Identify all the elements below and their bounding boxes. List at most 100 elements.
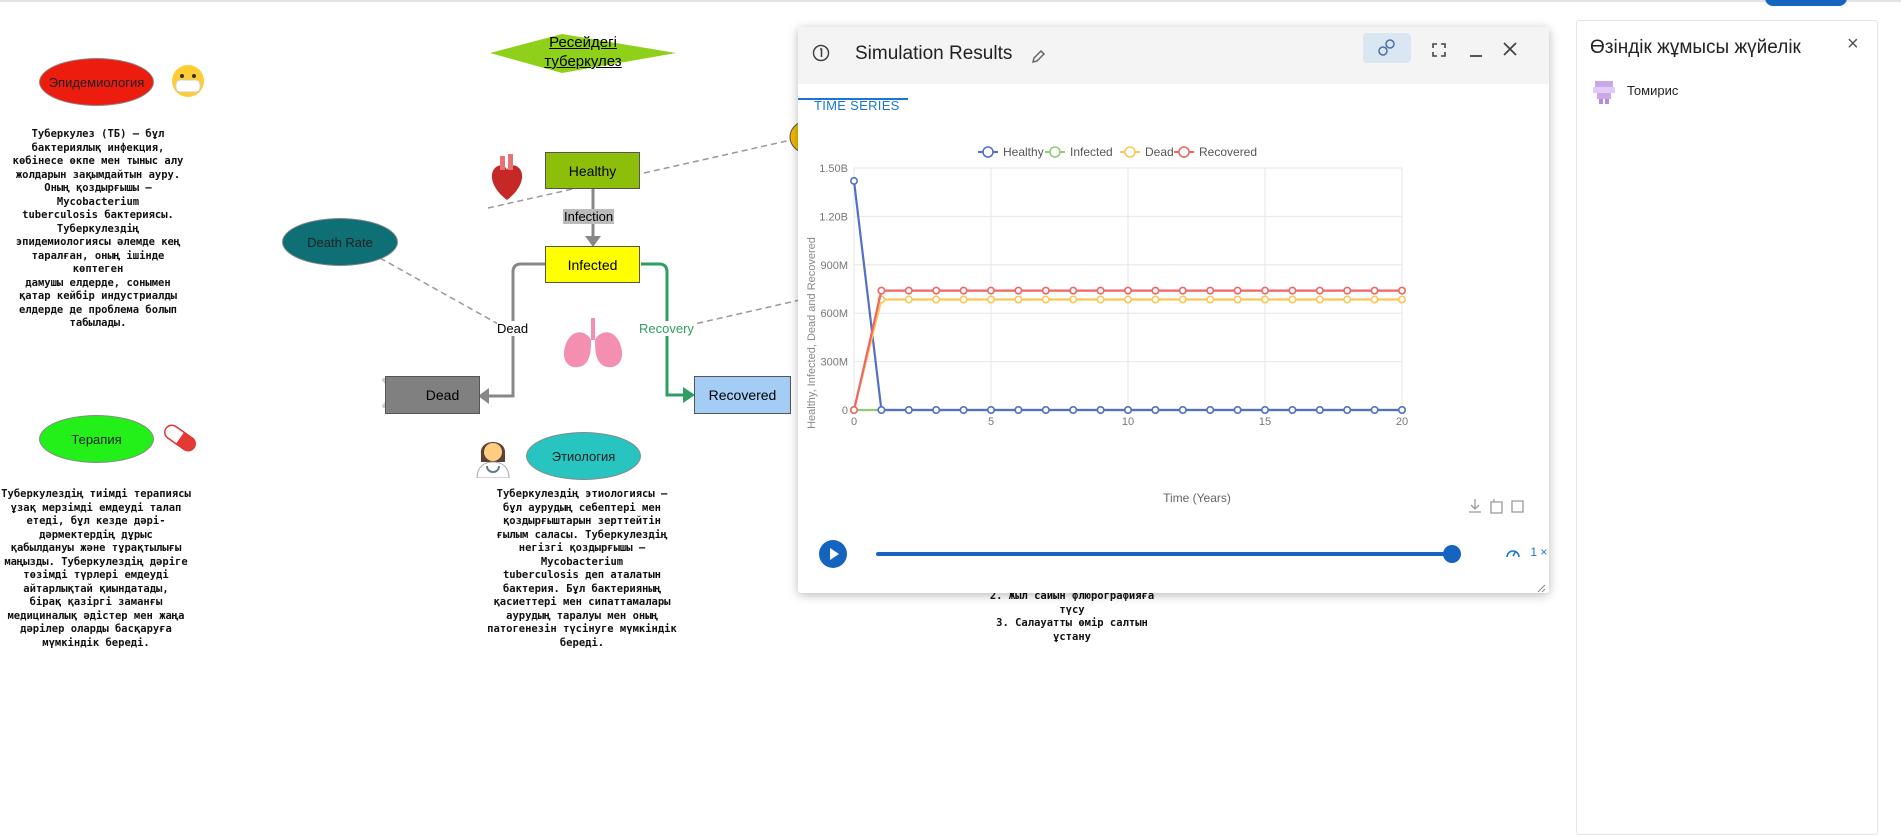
data-point-recovered xyxy=(1178,286,1187,295)
data-point-healthy xyxy=(1041,405,1050,414)
therapy-text-line: дәрілер оларды басқаруға xyxy=(20,623,172,635)
side-panel[interactable]: Өзіндік жұмысы жүйелік × Томирис xyxy=(1576,20,1878,835)
therapy-text-line: бірақ қазіргі заманғы xyxy=(29,596,163,608)
playback-slider[interactable] xyxy=(876,552,1452,556)
etiology-text: Туберкулездің этиологиясы – бұл аурудың с… xyxy=(483,488,681,650)
data-point-dead xyxy=(1151,295,1160,304)
x-tick-label: 20 xyxy=(1396,416,1408,428)
data-point-dead xyxy=(959,295,968,304)
therapy-text-line: төзімді түрлері емдеуді xyxy=(23,569,169,581)
death-rate-node[interactable]: Death Rate xyxy=(282,218,398,266)
data-point-healthy xyxy=(1069,405,1078,414)
dead-node[interactable]: Dead xyxy=(385,376,480,414)
speed-label: 1 × xyxy=(1530,545,1548,559)
legend-item-recovered[interactable]: Recovered xyxy=(1174,145,1257,159)
data-point-healthy xyxy=(877,405,886,414)
epidemiology-text-line: Mycobacterium xyxy=(56,195,140,208)
reset-zoom-icon[interactable] xyxy=(1511,500,1524,513)
infected-label: Infected xyxy=(567,256,618,273)
y-tick-label: 900M xyxy=(820,260,848,272)
zoom-icon[interactable] xyxy=(1490,499,1503,514)
etiology-text-line: негізгі қоздырғышы – xyxy=(518,542,646,554)
epidemiology-text-line: Туберкулез (ТБ) – бұл xyxy=(31,128,165,140)
legend-item-dead[interactable]: Dead xyxy=(1120,145,1174,159)
download-icon[interactable] xyxy=(1469,499,1481,513)
fullscreen-icon[interactable] xyxy=(1431,42,1447,58)
healthy-node[interactable]: Healthy xyxy=(545,152,640,189)
legend-label: Recovered xyxy=(1199,145,1257,159)
data-point-dead xyxy=(987,295,996,304)
recovered-node[interactable]: Recovered xyxy=(694,376,791,414)
epidemiology-text-line: tuberculosis бактериясы. xyxy=(22,209,174,221)
data-point-healthy xyxy=(932,405,941,414)
data-point-recovered xyxy=(959,286,968,295)
data-point-recovered xyxy=(1288,286,1297,295)
speed-control[interactable]: 1 × xyxy=(1505,545,1547,559)
infection-label[interactable]: Infection xyxy=(563,209,615,224)
epidemiology-node[interactable]: Эпидемиология xyxy=(39,58,154,106)
data-point-recovered xyxy=(1397,286,1406,295)
legend-item-healthy[interactable]: Healthy xyxy=(978,145,1044,159)
etiology-node[interactable]: Этиология xyxy=(526,432,641,480)
legend-marker xyxy=(1049,146,1061,158)
data-point-recovered xyxy=(1343,286,1352,295)
window-header[interactable]: Simulation Results xyxy=(798,27,1549,84)
diagram-title[interactable]: Ресейдегі туберкулез xyxy=(520,33,646,71)
time-series-chart[interactable]: Healthy Infected Dead Recovered 0 300M 600M 90… xyxy=(798,132,1549,532)
speed-icon xyxy=(1506,550,1520,558)
playback-slider-thumb[interactable] xyxy=(1443,545,1461,563)
data-point-dead xyxy=(1069,295,1078,304)
data-point-recovered xyxy=(987,286,996,295)
simulation-results-window[interactable]: Simulation Results TIME SERIES Healthy In… xyxy=(798,27,1549,593)
data-point-healthy xyxy=(1233,405,1242,414)
etiology-text-line: патогенезін түсінуге мүмкіндік xyxy=(487,623,677,635)
epidemiology-text-line: қатар кейбір индустриалды xyxy=(18,290,178,302)
lungs-icon xyxy=(560,316,626,372)
legend-marker xyxy=(1178,146,1190,158)
y-tick-label: 300M xyxy=(820,357,848,369)
info-icon[interactable] xyxy=(812,44,830,62)
dead-edge-label[interactable]: Dead xyxy=(497,321,529,336)
data-point-recovered xyxy=(1260,286,1269,295)
data-point-healthy xyxy=(1151,405,1160,414)
data-point-healthy xyxy=(904,405,913,414)
legend-item-infected[interactable]: Infected xyxy=(1045,145,1113,159)
epidemiology-text-line: бактериялық инфекция, xyxy=(31,141,165,154)
data-point-healthy xyxy=(1370,405,1379,414)
therapy-node[interactable]: Терапия xyxy=(39,415,154,463)
data-point-dead xyxy=(904,295,913,304)
data-point-healthy xyxy=(1288,405,1297,414)
epidemiology-text-line: эпидемиологиясы әлемде кең xyxy=(15,236,181,248)
chart-toolbox[interactable] xyxy=(1469,499,1524,514)
infected-node[interactable]: Infected xyxy=(545,246,640,283)
edit-icon[interactable] xyxy=(1030,49,1046,65)
etiology-text-line: қасиеттері мен сипаттамалары xyxy=(493,596,671,608)
user-avatar-icon xyxy=(1591,79,1617,105)
data-point-dead xyxy=(1370,295,1379,304)
data-point-healthy xyxy=(1315,405,1324,414)
compare-button[interactable] xyxy=(1363,33,1411,63)
tab-time-series[interactable]: TIME SERIES xyxy=(814,98,900,113)
legend-marker xyxy=(1124,146,1136,158)
data-point-dead xyxy=(1178,295,1187,304)
panel-close-icon[interactable]: × xyxy=(1847,33,1859,56)
play-button[interactable] xyxy=(819,540,847,568)
resize-handle[interactable] xyxy=(1536,580,1546,593)
therapy-text-line: дәрмектердің дұрыс xyxy=(39,528,153,541)
data-point-dead xyxy=(1260,295,1269,304)
etiology-text-line: бактерия. Бұл бактерияның xyxy=(502,582,662,595)
etiology-text-line: береді. xyxy=(559,636,605,649)
x-tick-label: 15 xyxy=(1259,416,1271,428)
compare-icon xyxy=(1378,39,1395,56)
data-point-dead xyxy=(1206,295,1215,304)
therapy-text-line: маңызды. Туберкулездің дәріге xyxy=(4,555,188,568)
mask-icon xyxy=(170,63,206,99)
user-name[interactable]: Томирис xyxy=(1627,83,1678,98)
therapy-text-line: мүмкіндік береді. xyxy=(42,636,150,649)
recovery-edge-label[interactable]: Recovery xyxy=(639,321,694,336)
minimize-icon[interactable] xyxy=(1468,42,1484,58)
heart-icon xyxy=(487,152,527,204)
data-point-healthy xyxy=(1014,405,1023,414)
close-icon[interactable] xyxy=(1502,41,1518,57)
etiology-text-line: аурудың таралуы мен оның xyxy=(506,609,658,622)
